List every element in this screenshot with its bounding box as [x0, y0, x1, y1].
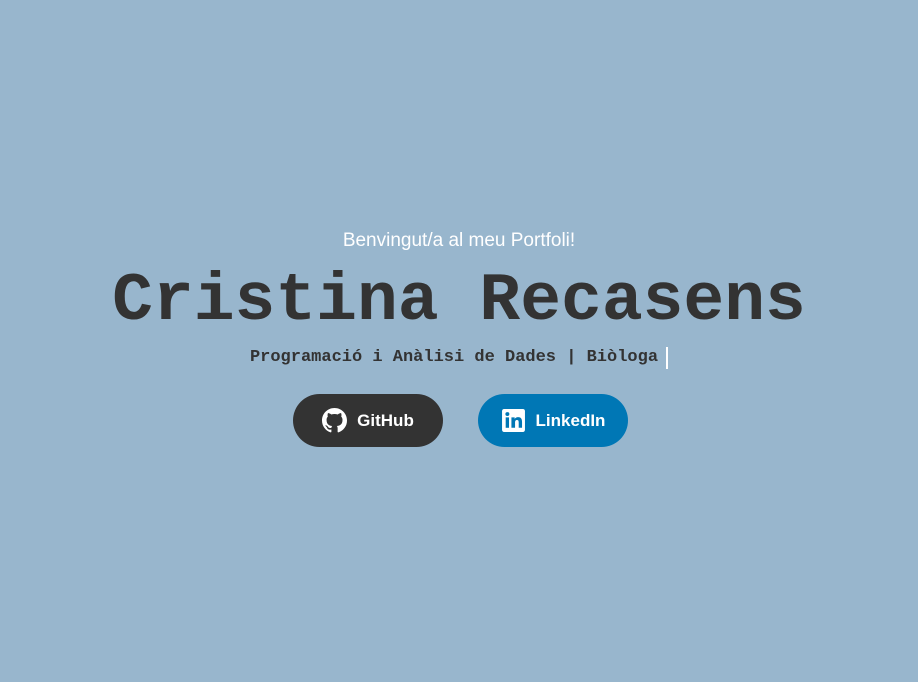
github-button-label: GitHub: [357, 410, 414, 430]
subtitle-row: Programació i Anàlisi de Dades | Biòloga: [0, 345, 918, 371]
linkedin-button-label: LinkedIn: [535, 410, 606, 430]
hero-section: Benvingut/a al meu Portfoli! Cristina Re…: [0, 0, 918, 682]
github-button[interactable]: GitHub: [293, 394, 443, 447]
profile-name: Cristina Recasens: [112, 263, 806, 340]
github-icon: [322, 408, 348, 433]
welcome-message: Benvingut/a al meu Portfoli!: [342, 230, 576, 251]
linkedin-button[interactable]: LinkedIn: [478, 394, 628, 447]
profile-subtitle: Programació i Anàlisi de Dades | Biòloga: [249, 348, 659, 367]
typing-cursor: [666, 347, 669, 369]
linkedin-icon: [501, 408, 526, 433]
